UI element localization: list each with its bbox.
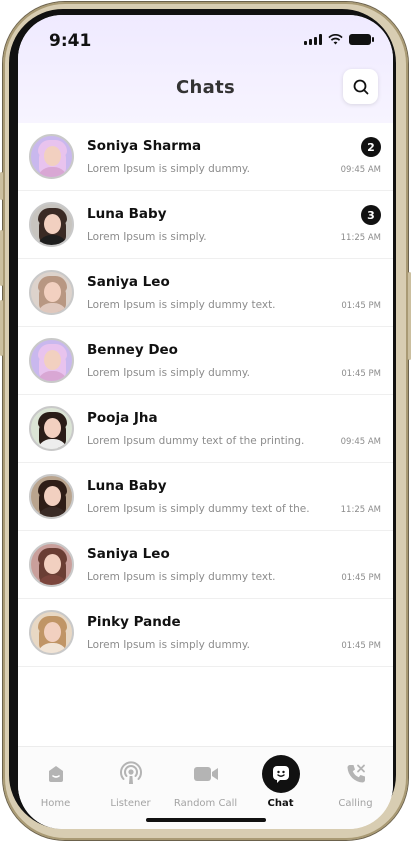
chat-name: Pooja Jha	[87, 410, 158, 426]
chat-name: Saniya Leo	[87, 274, 170, 290]
chat-message-preview: Lorem Ipsum is simply dummy text.	[87, 571, 276, 583]
chat-smile-icon	[261, 755, 300, 793]
nav-item-listener[interactable]: Listener	[93, 755, 168, 809]
nav-item-chat[interactable]: Chat	[243, 755, 318, 809]
chat-list: Soniya Sharma Lorem Ipsum is simply dumm…	[18, 123, 393, 667]
chat-row[interactable]: Luna Baby Lorem Ipsum is simply. 11:25 A…	[18, 191, 393, 259]
nav-label: Chat	[267, 798, 294, 809]
avatar	[29, 542, 74, 587]
chat-row[interactable]: Luna Baby Lorem Ipsum is simply dummy te…	[18, 463, 393, 531]
nav-label: Random Call	[173, 798, 238, 809]
phone-icon	[337, 755, 375, 793]
home-icon	[37, 755, 75, 793]
chat-row[interactable]: Benney Deo Lorem Ipsum is simply dummy. …	[18, 327, 393, 395]
app-screen: 9:41 Chats Soniya Sharma Lorem Ipsum is …	[18, 15, 393, 829]
nav-label: Home	[40, 798, 71, 809]
chat-message-preview: Lorem Ipsum is simply dummy text.	[87, 299, 276, 311]
chat-time: 11:25 AM	[340, 505, 381, 515]
volume-up-button	[0, 230, 3, 286]
header: 9:41 Chats	[18, 15, 393, 123]
status-time: 9:41	[49, 31, 92, 51]
status-icons	[304, 34, 374, 45]
chat-message-preview: Lorem Ipsum is simply dummy.	[87, 163, 250, 175]
chat-time: 01:45 PM	[341, 369, 381, 379]
avatar	[29, 338, 74, 383]
nav-item-random-call[interactable]: Random Call	[168, 755, 243, 809]
avatar	[29, 474, 74, 519]
power-button	[408, 272, 411, 360]
chat-time: 09:45 AM	[340, 165, 381, 175]
video-icon	[187, 755, 225, 793]
chat-time: 01:45 PM	[341, 641, 381, 651]
unread-badge: 2	[361, 137, 381, 157]
chat-row[interactable]: Pinky Pande Lorem Ipsum is simply dummy.…	[18, 599, 393, 667]
chat-message-preview: Lorem Ipsum dummy text of the printing.	[87, 435, 305, 447]
chat-name: Luna Baby	[87, 478, 167, 494]
chat-time: 09:45 AM	[340, 437, 381, 447]
wifi-icon	[328, 34, 343, 45]
unread-badge: 3	[361, 205, 381, 225]
bottom-nav: Home Listener Random Call Chat Calling	[18, 746, 393, 829]
chat-time: 01:45 PM	[341, 301, 381, 311]
chat-name: Soniya Sharma	[87, 138, 202, 154]
chat-time: 01:45 PM	[341, 573, 381, 583]
avatar	[29, 202, 74, 247]
nav-label: Calling	[338, 798, 373, 809]
avatar	[29, 406, 74, 451]
nav-label: Listener	[110, 798, 151, 809]
chat-row[interactable]: Saniya Leo Lorem Ipsum is simply dummy t…	[18, 259, 393, 327]
chat-row[interactable]: Soniya Sharma Lorem Ipsum is simply dumm…	[18, 123, 393, 191]
avatar	[29, 610, 74, 655]
nav-item-calling[interactable]: Calling	[318, 755, 393, 809]
chat-time: 11:25 AM	[340, 233, 381, 243]
home-indicator	[146, 818, 266, 822]
search-button[interactable]	[343, 69, 378, 104]
signal-icon	[304, 34, 322, 45]
battery-icon	[349, 34, 374, 45]
chat-row[interactable]: Saniya Leo Lorem Ipsum is simply dummy t…	[18, 531, 393, 599]
side-button	[0, 172, 3, 200]
nav-item-home[interactable]: Home	[18, 755, 93, 809]
chat-name: Saniya Leo	[87, 546, 170, 562]
volume-down-button	[0, 300, 3, 356]
podcast-icon	[112, 755, 150, 793]
chat-message-preview: Lorem Ipsum is simply.	[87, 231, 207, 243]
search-icon	[353, 79, 368, 94]
chat-name: Luna Baby	[87, 206, 167, 222]
chat-row[interactable]: Pooja Jha Lorem Ipsum dummy text of the …	[18, 395, 393, 463]
chat-name: Pinky Pande	[87, 614, 181, 630]
page-title: Chats	[176, 77, 235, 98]
chat-message-preview: Lorem Ipsum is simply dummy.	[87, 639, 250, 651]
chat-name: Benney Deo	[87, 342, 178, 358]
chat-message-preview: Lorem Ipsum is simply dummy.	[87, 367, 250, 379]
avatar	[29, 134, 74, 179]
avatar	[29, 270, 74, 315]
chat-message-preview: Lorem Ipsum is simply dummy text of the.	[87, 503, 310, 515]
